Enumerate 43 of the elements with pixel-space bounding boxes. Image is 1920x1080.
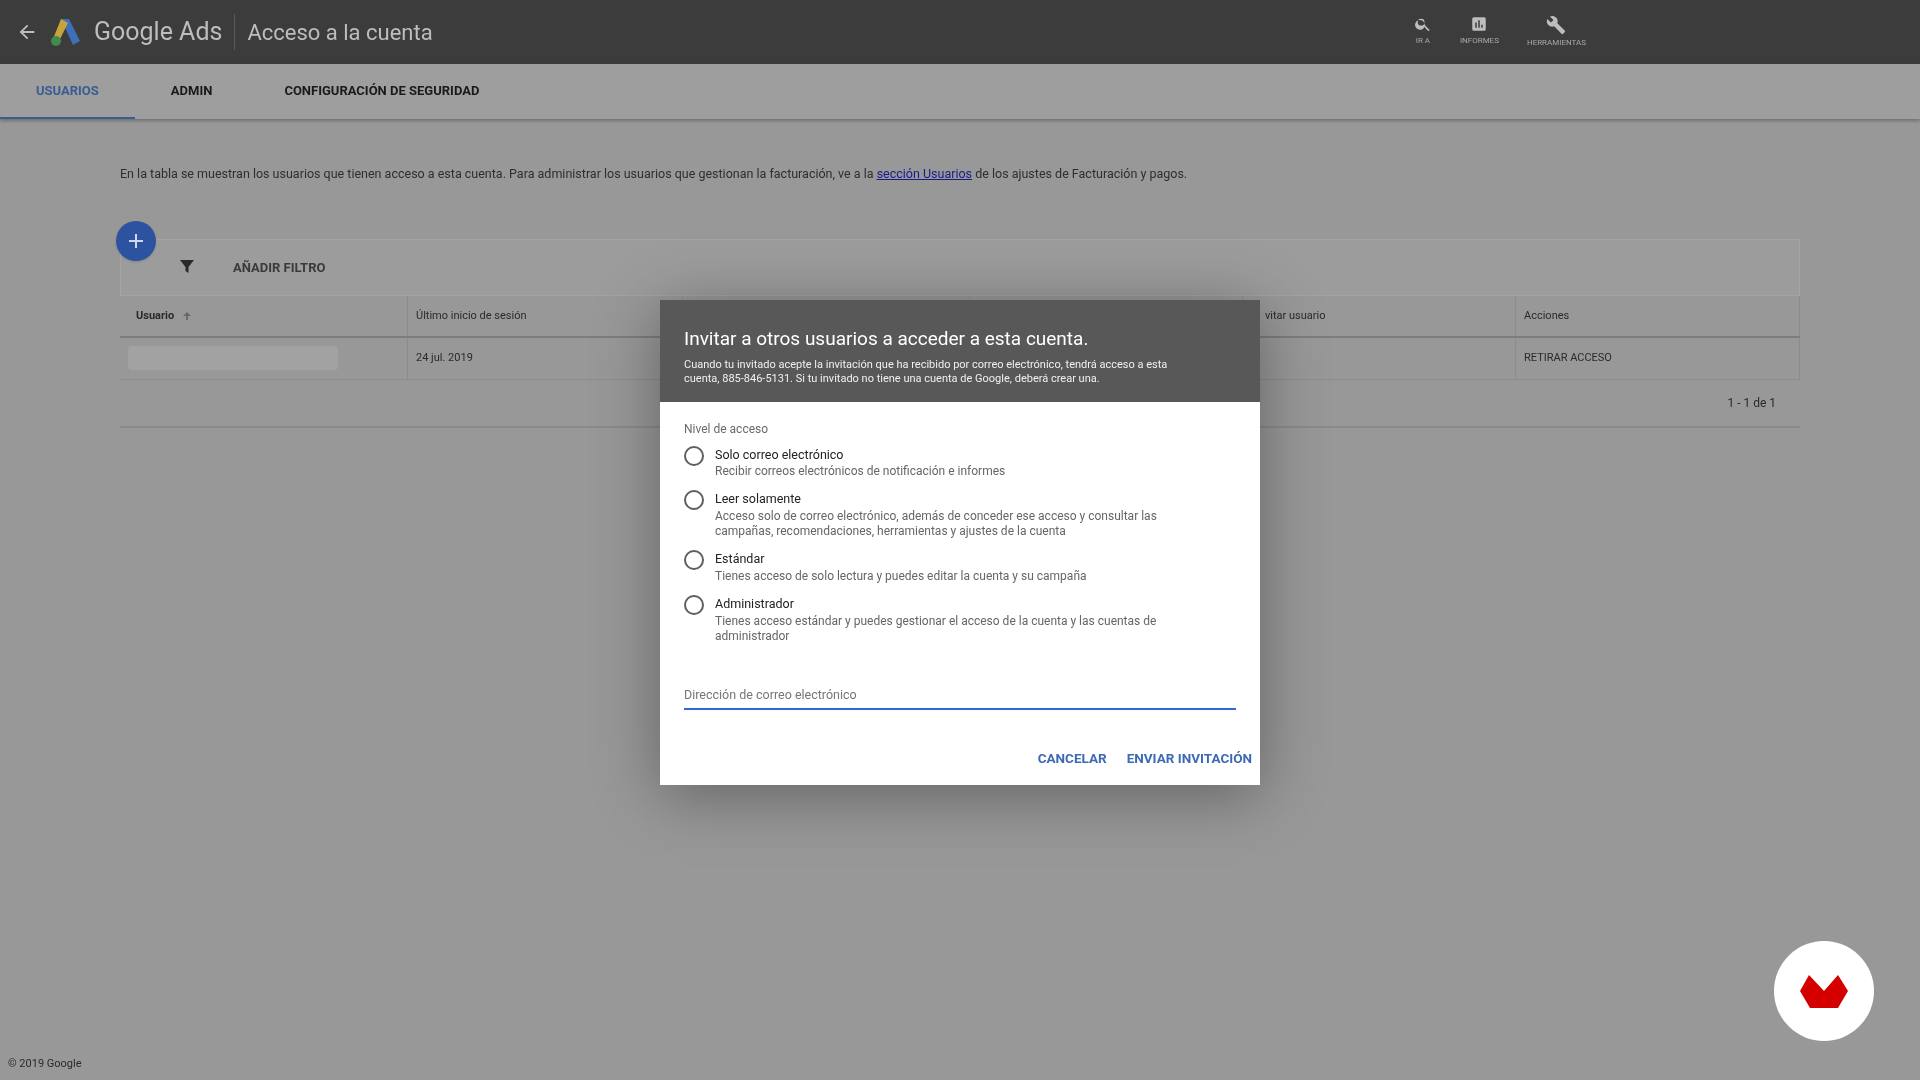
option-label[interactable]: Leer solamente <box>715 490 1176 509</box>
dialog-subtitle: Cuando tu invitado acepte la invitación que ha recibido por correo electrónico, tendrá acceso a esta cuenta, 885-846-5131. Si tu invitado no tiene una cuenta de Google, deberá crear una. <box>684 357 1169 386</box>
pagination-text: 1 - 1 de 1 <box>1727 394 1776 412</box>
access-level-label: Nivel de acceso <box>684 420 770 438</box>
column-header[interactable]: Usuario <box>136 307 175 324</box>
option-description: Tienes acceso de solo lectura y puedes editar la cuenta y su campaña <box>715 568 1087 584</box>
dialog-button[interactable]: CANCELAR <box>1037 748 1107 769</box>
intro-text: En la tabla se muestran los usuarios que tienen acceso a esta cuenta. Para administrar los usuarios que gestionan la facturación, ve a la sección Usuarios de los ajustes de Facturación y pagos. <box>120 165 1189 183</box>
option-label[interactable]: Solo correo electrónico <box>715 445 1006 465</box>
toolbar-button[interactable]: HERRAMIENTAS <box>1522 15 1590 49</box>
copyright-text: © 2019 Google <box>8 1055 83 1072</box>
option-label[interactable]: Administrador <box>715 594 1176 614</box>
tab[interactable]: ADMIN <box>134 64 249 119</box>
product-name: Google Ads <box>94 16 223 49</box>
column-header: vitar usuario <box>1265 307 1326 324</box>
option-description: Acceso solo de correo electrónico, además de conceder ese acceso y consultar las campañas, recomendaciones, herramientas y ajustes de la cuenta <box>715 509 1158 539</box>
filter-icon <box>179 259 195 276</box>
logo-icon <box>50 17 82 47</box>
column-header: Acciones <box>1524 307 1570 324</box>
users-link[interactable]: sección Usuarios <box>876 166 973 181</box>
tab[interactable]: CONFIGURACIÓN DE SEGURIDAD <box>248 64 516 119</box>
wrench-icon <box>1546 15 1567 35</box>
dialog-button[interactable]: ENVIAR INVITACIÓN <box>1126 748 1252 769</box>
radio-button[interactable] <box>684 445 704 466</box>
toolbar-button[interactable]: INFORMES <box>1455 15 1503 49</box>
radio-button[interactable] <box>684 594 704 615</box>
plus-icon <box>128 232 144 249</box>
option-label[interactable]: Estándar <box>715 550 1087 569</box>
email-field[interactable]: Dirección de correo electrónico <box>684 681 1236 711</box>
add-button[interactable] <box>116 220 156 261</box>
table-cell[interactable]: RETIRAR ACCESO <box>1524 350 1612 367</box>
table-cell-text: 24 jul. 2019 <box>416 350 473 366</box>
column-header: Último inicio de sesión <box>416 307 527 324</box>
chevron-logo-icon <box>1800 974 1848 1008</box>
page-title: Acceso a la cuenta <box>247 18 433 47</box>
radio-button[interactable] <box>684 550 704 570</box>
dialog-title: Invitar a otros usuarios a acceder a esta cuenta. <box>684 326 1090 352</box>
radio-button[interactable] <box>684 490 704 511</box>
option-description: Tienes acceso estándar y puedes gestionar el acceso de la cuenta y las cuentas de administrador <box>715 613 1158 644</box>
add-filter-button[interactable]: AÑADIR FILTRO <box>233 257 326 277</box>
toolbar-button[interactable]: IR A <box>1409 15 1436 49</box>
bar-chart-icon <box>1470 15 1489 33</box>
option-description: Recibir correos electrónicos de notificación e informes <box>715 464 1006 480</box>
